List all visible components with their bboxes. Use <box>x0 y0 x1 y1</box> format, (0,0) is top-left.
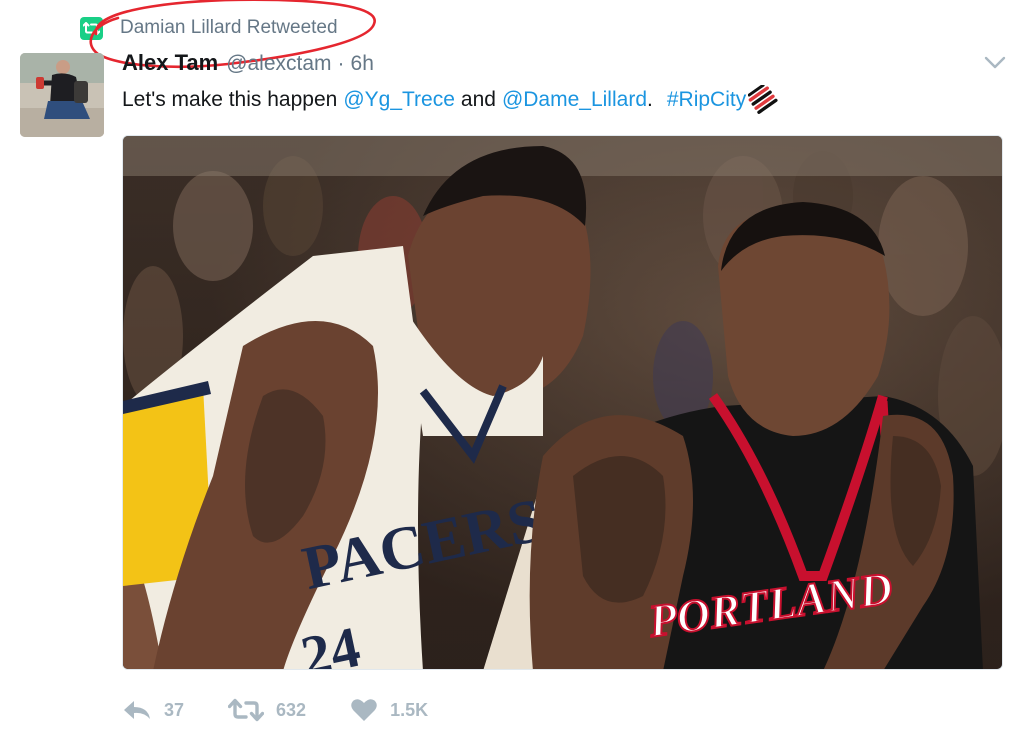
tweet-media-photo[interactable]: PACERS 24 PORTLAND <box>122 135 1003 670</box>
chevron-down-icon[interactable] <box>984 56 1006 70</box>
retweet-icon <box>228 698 265 722</box>
mention-dame-lillard[interactable]: @Dame_Lillard <box>502 88 647 112</box>
tweet-text: Let's make this happen @Yg_Trece and @Da… <box>122 84 778 116</box>
retweet-count: 632 <box>276 699 307 720</box>
retweet-badge-icon <box>80 16 103 40</box>
reply-button[interactable]: 37 <box>122 699 184 721</box>
tweet-text-and: and <box>460 88 496 111</box>
tweet-header: Alex Tam @alexctam · 6h <box>122 50 374 82</box>
reply-icon <box>124 701 150 719</box>
retweet-button[interactable]: 632 <box>228 698 306 722</box>
header-separator: · <box>337 52 345 75</box>
tweet-text-period: . <box>647 88 653 111</box>
tweet-text-lead: Let's make this happen <box>122 88 338 111</box>
tweet-actions: 37 632 1.5K <box>122 692 472 728</box>
like-count: 1.5K <box>390 699 429 720</box>
like-button[interactable]: 1.5K <box>350 698 428 722</box>
tweet-timestamp[interactable]: 6h <box>351 52 374 76</box>
retweet-context-label[interactable]: Damian Lillard Retweeted <box>120 17 338 39</box>
avatar[interactable] <box>20 53 104 137</box>
blazers-pinwheel-icon <box>748 85 778 114</box>
hashtag-ripcity[interactable]: #RipCity <box>667 88 746 112</box>
mention-yg-trece[interactable]: @Yg_Trece <box>343 88 455 112</box>
reply-count: 37 <box>164 699 185 720</box>
author-handle[interactable]: @alexctam <box>226 52 331 76</box>
retweet-context[interactable]: Damian Lillard Retweeted <box>80 14 338 42</box>
heart-icon <box>351 699 377 721</box>
author-display-name[interactable]: Alex Tam <box>122 50 218 76</box>
